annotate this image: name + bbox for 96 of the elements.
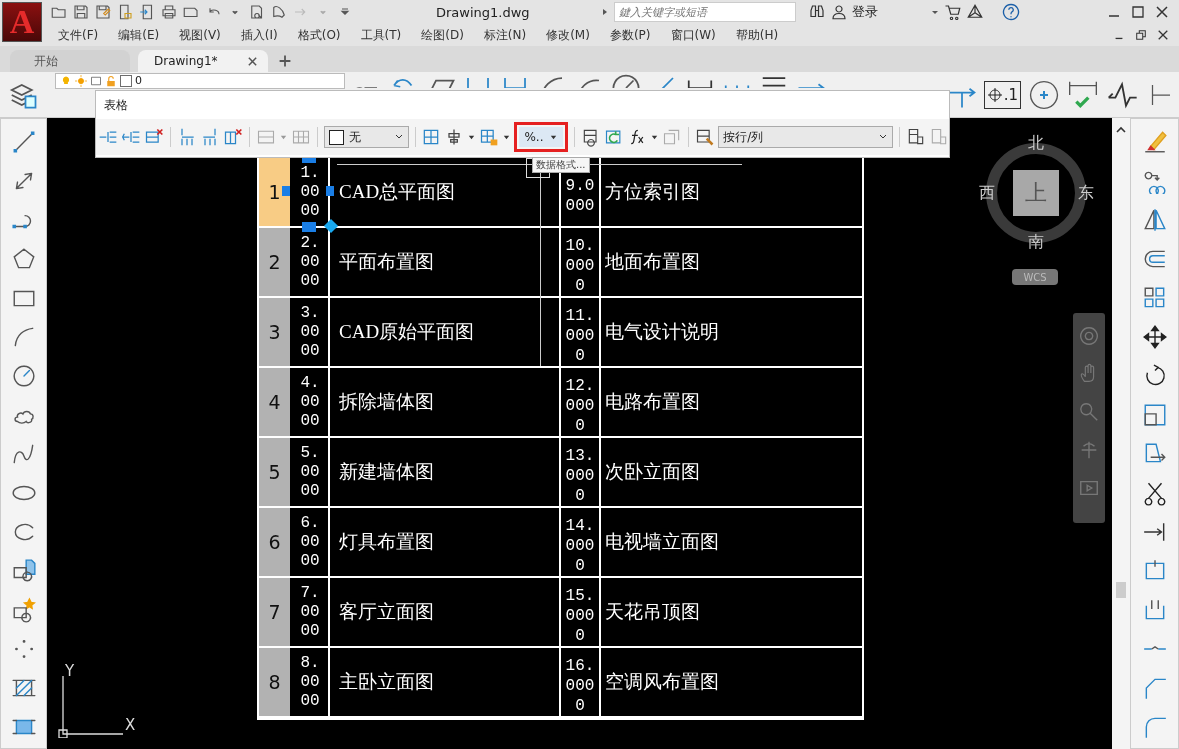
menu-item[interactable]: 窗口(W): [670, 26, 716, 44]
login-link[interactable]: 登录: [852, 3, 878, 21]
table-cell[interactable]: 12.0000: [561, 368, 601, 436]
axis-label: Y: [65, 662, 75, 680]
table-cell[interactable]: 拆除墙体图: [330, 368, 561, 436]
axis-label: X: [125, 716, 136, 734]
menu-item[interactable]: 视图(V): [179, 26, 221, 44]
table-cell[interactable]: 3.0000: [292, 298, 330, 366]
menu-item[interactable]: 工具(T): [360, 26, 402, 44]
table-cell[interactable]: 方位索引图: [601, 158, 860, 226]
table-cell[interactable]: 电视墙立面图: [601, 508, 860, 576]
panel-title: 表格: [104, 97, 128, 113]
scroll-thumb[interactable]: [1116, 582, 1126, 598]
data-format-button[interactable]: %..: [519, 127, 564, 147]
compass-label[interactable]: 西: [977, 183, 997, 204]
tolerance-button[interactable]: .1: [983, 80, 1021, 109]
table-cell[interactable]: 空调风布置图: [601, 648, 860, 716]
table-cell[interactable]: 14.0000: [561, 508, 601, 576]
table-cell[interactable]: 11.0000: [561, 298, 601, 366]
save-icon[interactable]: [72, 3, 90, 21]
move-icon[interactable]: [1141, 324, 1168, 350]
menu-item[interactable]: 文件(F): [58, 26, 99, 44]
table-cell[interactable]: 客厅立面图: [330, 578, 561, 646]
file-tab[interactable]: Drawing1*: [138, 50, 268, 72]
cell-style-dropdown[interactable]: 无: [323, 126, 409, 148]
color-swatch-icon: [120, 75, 132, 87]
delete-column-icon[interactable]: [222, 127, 243, 147]
triangle-network-icon[interactable]: [966, 3, 984, 21]
table-cell[interactable]: 天花吊顶图: [601, 578, 860, 646]
row-header[interactable]: 1: [259, 158, 292, 226]
row-header[interactable]: 2: [259, 228, 292, 296]
table-cell[interactable]: 次卧立面图: [601, 438, 860, 506]
lightbulb-icon: [60, 75, 72, 87]
row-header[interactable]: 7: [259, 578, 292, 646]
row-header[interactable]: 4: [259, 368, 292, 436]
grip-handle[interactable]: [282, 186, 290, 196]
table-cell[interactable]: 新建墙体图: [330, 438, 561, 506]
menu-item[interactable]: 修改(M): [546, 26, 590, 44]
table-cell[interactable]: 4.0000: [292, 368, 330, 436]
lock-cell-icon[interactable]: [479, 127, 500, 147]
window-title: Drawing1.dwg: [436, 4, 531, 20]
radius-icon[interactable]: [611, 73, 641, 88]
center-mark-icon[interactable]: [1028, 78, 1060, 111]
data-format-tooltip: 数据格式...: [532, 157, 590, 173]
layer-dropdown[interactable]: 0: [55, 73, 345, 89]
search-field[interactable]: 鍵入关键字或短语: [614, 2, 796, 22]
viewport-icon: [90, 75, 102, 87]
sun-icon: [75, 75, 87, 87]
menu-item[interactable]: 编辑(E): [118, 26, 160, 44]
row-header[interactable]: 5: [259, 438, 292, 506]
table-cell[interactable]: 主卧立面图: [330, 648, 561, 716]
menu-item[interactable]: 标注(N): [483, 26, 527, 44]
file-tab[interactable]: 开始: [10, 50, 130, 72]
menu-item[interactable]: 帮助(H): [735, 26, 779, 44]
help-icon[interactable]: [1002, 3, 1020, 21]
cart-icon[interactable]: [944, 3, 962, 21]
row-header[interactable]: 3: [259, 298, 292, 366]
save-as-icon[interactable]: [94, 3, 112, 21]
compass-label[interactable]: 南: [1026, 232, 1046, 253]
table-cell[interactable]: 15.0000: [561, 578, 601, 646]
compass-label[interactable]: 北: [1026, 133, 1046, 154]
plot-icon[interactable]: [270, 3, 288, 21]
menu-item[interactable]: 参数(P): [609, 26, 651, 44]
table-cell[interactable]: 7.0000: [292, 578, 330, 646]
circle-icon[interactable]: [10, 363, 37, 389]
close-icon[interactable]: [1155, 5, 1169, 19]
table-cell[interactable]: 电路布置图: [601, 368, 860, 436]
menu-item[interactable]: 绘图(D): [421, 26, 464, 44]
grip-handle[interactable]: [302, 158, 316, 163]
table-cell[interactable]: 13.0000: [561, 438, 601, 506]
table-cell[interactable]: 16.0000: [561, 648, 601, 716]
table-cell[interactable]: 8.0000: [292, 648, 330, 716]
drawing-canvas[interactable]: [47, 118, 1112, 749]
row-header[interactable]: 8: [259, 648, 292, 716]
grip-handle[interactable]: [302, 222, 316, 232]
table-cell[interactable]: 10.0000: [561, 228, 601, 296]
restore-icon[interactable]: [1135, 29, 1147, 41]
menu-item[interactable]: 格式(O): [297, 26, 341, 44]
table-cell[interactable]: 地面布置图: [601, 228, 860, 296]
link-mode-dropdown[interactable]: 按行/列: [718, 126, 894, 148]
match-cell-icon[interactable]: [695, 127, 716, 147]
table-cell[interactable]: 5.0000: [292, 438, 330, 506]
menu-item[interactable]: 插入(I): [240, 26, 278, 44]
table-cell[interactable]: 电气设计说明: [601, 298, 860, 366]
close-icon[interactable]: [247, 55, 258, 67]
color-swatch-icon: [328, 129, 344, 145]
table-cell[interactable]: 灯具布置图: [330, 508, 561, 576]
row-header[interactable]: 6: [259, 508, 292, 576]
grip-handle[interactable]: [326, 186, 334, 196]
table-cell[interactable]: 6.0000: [292, 508, 330, 576]
user-icon[interactable]: [830, 3, 848, 21]
compass-label[interactable]: 东: [1076, 183, 1096, 204]
lock-icon: [105, 75, 117, 87]
maximize-icon[interactable]: [1131, 5, 1145, 19]
print-icon[interactable]: [160, 3, 178, 21]
close-icon[interactable]: [1157, 29, 1169, 41]
